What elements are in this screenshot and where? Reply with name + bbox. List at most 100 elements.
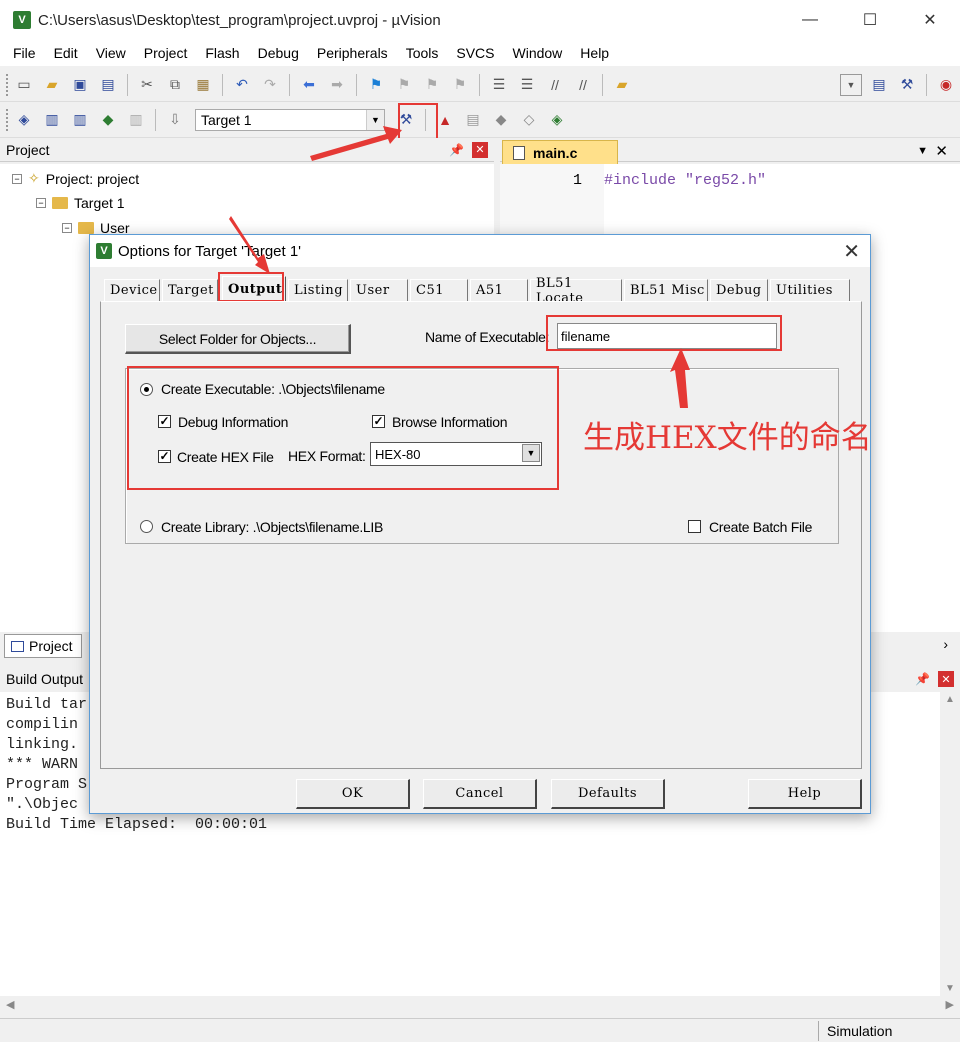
maximize-button[interactable]: ☐ xyxy=(840,0,900,40)
new-file-icon[interactable]: ▭ xyxy=(13,74,35,96)
annotation-text: 生成HEX文件的命名 xyxy=(583,420,872,456)
editor-tab-main-c[interactable]: main.c xyxy=(502,140,618,166)
indent-icon[interactable]: ☰ xyxy=(488,74,510,96)
editor-close-icon[interactable]: ✕ xyxy=(935,142,948,160)
translate-icon[interactable]: ◈ xyxy=(13,109,35,131)
tab-device[interactable]: Device xyxy=(104,279,160,301)
menu-peripherals[interactable]: Peripherals xyxy=(308,45,397,61)
menu-debug[interactable]: Debug xyxy=(249,45,308,61)
minimize-button[interactable]: — xyxy=(780,0,840,40)
tab-target[interactable]: Target xyxy=(162,279,218,301)
nav-forward-icon[interactable]: ➡ xyxy=(326,74,348,96)
scroll-down-icon[interactable]: ▼ xyxy=(945,983,955,994)
cancel-button[interactable]: Cancel xyxy=(423,779,537,809)
defaults-button[interactable]: Defaults xyxy=(551,779,665,809)
menu-svcs[interactable]: SVCS xyxy=(447,45,503,61)
menu-window[interactable]: Window xyxy=(504,45,572,61)
pin-icon[interactable]: 📌 xyxy=(915,672,930,686)
tree-item-target[interactable]: − Target 1 xyxy=(36,195,125,211)
options-dialog: V Options for Target 'Target 1' ✕ Device… xyxy=(89,234,871,814)
help-button[interactable]: Help xyxy=(748,779,862,809)
next-bookmark-icon[interactable]: ⚑ xyxy=(421,74,443,96)
open-folder-icon[interactable]: ▰ xyxy=(41,74,63,96)
menu-view[interactable]: View xyxy=(87,45,135,61)
tab-debug[interactable]: Debug xyxy=(710,279,768,301)
paste-icon[interactable]: ▦ xyxy=(192,74,214,96)
find-dropdown-icon[interactable]: ▼ xyxy=(840,73,862,96)
pin-icon[interactable]: 📌 xyxy=(449,143,464,157)
panel-close-icon[interactable]: ✕ xyxy=(938,671,954,687)
chevron-down-icon: ▼ xyxy=(366,109,384,130)
batch-file-checkbox[interactable] xyxy=(688,520,701,533)
rebuild-icon[interactable]: ▥ xyxy=(69,109,91,131)
download-icon[interactable]: ⇩ xyxy=(164,109,186,131)
select-packs-icon[interactable]: ▤ xyxy=(462,109,484,131)
tab-bl51-misc[interactable]: BL51 Misc xyxy=(624,279,708,301)
vertical-scrollbar[interactable]: ▲ ▼ xyxy=(940,692,960,996)
scroll-right-icon[interactable]: › xyxy=(943,636,948,652)
tab-c51[interactable]: C51 xyxy=(410,279,468,301)
code-line[interactable]: #include "reg52.h" xyxy=(604,172,766,189)
incremental-find-icon[interactable]: ▤ xyxy=(868,74,890,96)
pack-installer-icon[interactable]: ◇ xyxy=(518,109,540,131)
tab-user[interactable]: User xyxy=(350,279,408,301)
stop-build-icon[interactable]: ▥ xyxy=(125,109,147,131)
panel-close-icon[interactable]: ✕ xyxy=(472,141,488,158)
toolbar-grip xyxy=(6,73,10,96)
dialog-close-icon[interactable]: ✕ xyxy=(843,239,860,264)
menu-project[interactable]: Project xyxy=(135,45,197,61)
menu-help[interactable]: Help xyxy=(571,45,618,61)
toolbar-separator xyxy=(602,73,603,96)
prev-bookmark-icon[interactable]: ⚑ xyxy=(393,74,415,96)
tab-utilities[interactable]: Utilities xyxy=(770,279,850,301)
menu-file[interactable]: File xyxy=(4,45,45,61)
redo-icon[interactable]: ↷ xyxy=(259,74,281,96)
collapse-icon[interactable]: − xyxy=(62,223,72,233)
save-all-icon[interactable]: ▤ xyxy=(97,74,119,96)
find-in-files-icon[interactable]: ▰ xyxy=(611,74,633,96)
line-number: 1 xyxy=(573,172,583,189)
close-button[interactable]: ✕ xyxy=(900,0,960,40)
tab-bl51-locate[interactable]: BL51 Locate xyxy=(530,276,622,306)
project-tab-icon xyxy=(11,640,24,652)
menu-flash[interactable]: Flash xyxy=(196,45,248,61)
manage-runtime-icon[interactable]: ◆ xyxy=(490,109,512,131)
nav-back-icon[interactable]: ⬅ xyxy=(298,74,320,96)
tree-item-project[interactable]: − ✧ Project: project xyxy=(12,170,139,187)
debug-session-icon[interactable]: ◉ xyxy=(935,74,957,96)
batch-build-icon[interactable]: ◆ xyxy=(97,109,119,131)
bookmark-icon[interactable]: ⚑ xyxy=(365,74,387,96)
tab-project[interactable]: Project xyxy=(4,634,82,658)
comment-icon[interactable]: // xyxy=(544,74,566,96)
uncomment-icon[interactable]: // xyxy=(572,74,594,96)
build-icon[interactable]: ▥ xyxy=(41,109,63,131)
scroll-left-icon[interactable]: ◀ xyxy=(6,998,14,1011)
title-bar: V C:\Users\asus\Desktop\test_program\pro… xyxy=(0,0,960,40)
multi-project-icon[interactable]: ◈ xyxy=(546,109,568,131)
cut-icon[interactable]: ✂ xyxy=(136,74,158,96)
copy-icon[interactable]: ⧉ xyxy=(164,74,186,96)
undo-icon[interactable]: ↶ xyxy=(231,74,253,96)
unindent-icon[interactable]: ☰ xyxy=(516,74,538,96)
create-library-label: Create Library: .\Objects\filename.LIB xyxy=(161,519,384,535)
tab-a51[interactable]: A51 xyxy=(470,279,528,301)
scroll-right-icon[interactable]: ▶ xyxy=(946,998,954,1011)
scroll-up-icon[interactable]: ▲ xyxy=(945,694,955,705)
clear-bookmarks-icon[interactable]: ⚑ xyxy=(449,74,471,96)
horizontal-scrollbar[interactable]: ◀ ▶ xyxy=(0,996,960,1016)
create-library-radio[interactable] xyxy=(140,520,153,533)
select-folder-button[interactable]: Select Folder for Objects... xyxy=(125,324,351,354)
collapse-icon[interactable]: − xyxy=(12,173,22,184)
debug-settings-icon[interactable]: ⚒ xyxy=(896,74,918,96)
tab-listing[interactable]: Listing xyxy=(288,279,348,301)
menu-tools[interactable]: Tools xyxy=(397,45,448,61)
toolbar-separator xyxy=(926,73,927,96)
toolbar-separator xyxy=(479,73,480,96)
save-icon[interactable]: ▣ xyxy=(69,74,91,96)
collapse-icon[interactable]: − xyxy=(36,198,46,208)
tab-menu-icon[interactable]: ▼ xyxy=(917,145,928,157)
target-options-highlight xyxy=(398,103,438,140)
ok-button[interactable]: OK xyxy=(296,779,410,809)
target-select[interactable]: Target 1 ▼ xyxy=(195,108,385,131)
menu-edit[interactable]: Edit xyxy=(45,45,87,61)
